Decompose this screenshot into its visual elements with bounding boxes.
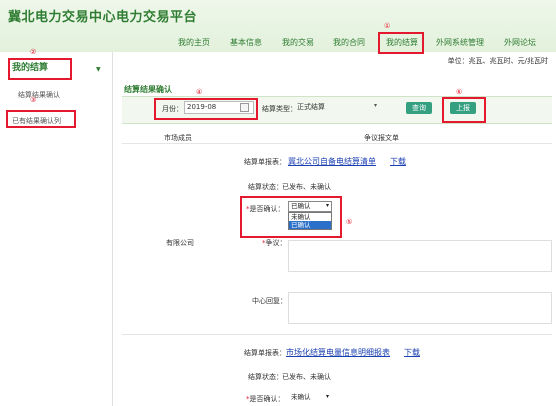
nav-home[interactable]: 我的主页 (178, 37, 210, 48)
annotation-box-6 (442, 97, 486, 123)
nav-forum[interactable]: 外网论坛 (504, 37, 536, 48)
annotation-box-4 (154, 98, 258, 120)
annotation-box-1 (378, 32, 424, 54)
annotation-6: ⑥ (456, 88, 463, 96)
member-name: 有限公司 (166, 239, 194, 247)
chevron-down-icon[interactable]: ▾ (374, 102, 377, 109)
chevron-down-icon[interactable]: ▼ (96, 66, 101, 73)
center-reply-textarea (288, 292, 552, 324)
dispute-textarea[interactable] (288, 240, 552, 272)
status-label: 结算状态： (248, 183, 283, 191)
nav-basic-info[interactable]: 基本信息 (230, 37, 262, 48)
settlement-doc-label: 结算单报表： (244, 158, 286, 166)
divider (122, 334, 552, 335)
settlement-doc-label-2: 结算单报表： (244, 349, 286, 357)
annotation-box-5 (240, 196, 342, 238)
dispute-label: *争议： (262, 239, 287, 247)
divider (122, 143, 552, 144)
annotation-1: ① (384, 22, 391, 30)
center-reply-label: 中心回复： (252, 297, 287, 305)
sidebar-item-settlement-confirm[interactable]: 结算结果确认 (18, 90, 60, 100)
status-value-2: 已发布、未确认 (282, 373, 331, 381)
settlement-doc-link[interactable]: 冀北公司自备电结算清单 (288, 156, 376, 167)
confirm-label-2: *是否确认： (246, 395, 285, 403)
annotation-3: ③ (30, 96, 37, 104)
annotation-4: ④ (196, 88, 203, 96)
nav-my-trades[interactable]: 我的交易 (282, 37, 314, 48)
type-label: 结算类型： (262, 105, 297, 113)
chevron-down-icon[interactable]: ▾ (326, 393, 329, 400)
nav-my-contracts[interactable]: 我的合同 (333, 37, 365, 48)
status-value: 已发布、未确认 (282, 183, 331, 191)
settlement-doc-link-2[interactable]: 市场化结算电量信息明细报表 (286, 347, 390, 358)
annotation-2: ② (30, 48, 37, 56)
settlement-doc-download[interactable]: 下载 (390, 156, 406, 167)
type-select[interactable]: 正式结算 (294, 101, 384, 114)
unit-label: 单位：兆瓦、兆瓦时、元/兆瓦时 (447, 57, 548, 65)
annotation-box-2 (8, 58, 72, 80)
page-title: 结算结果确认 (124, 85, 172, 94)
annotation-box-3 (6, 110, 76, 128)
query-button[interactable]: 查询 (406, 102, 432, 114)
settlement-doc-download-2[interactable]: 下载 (404, 347, 420, 358)
status-label-2: 结算状态： (248, 373, 283, 381)
column-header-member: 市场成员 (164, 134, 192, 142)
app-title: 冀北电力交易中心电力交易平台 (8, 10, 198, 25)
column-header-dispute: 争议报文单 (364, 134, 399, 142)
nav-external-admin[interactable]: 外网系统管理 (436, 37, 484, 48)
sidebar (0, 52, 113, 406)
annotation-5: ⑤ (346, 218, 353, 226)
